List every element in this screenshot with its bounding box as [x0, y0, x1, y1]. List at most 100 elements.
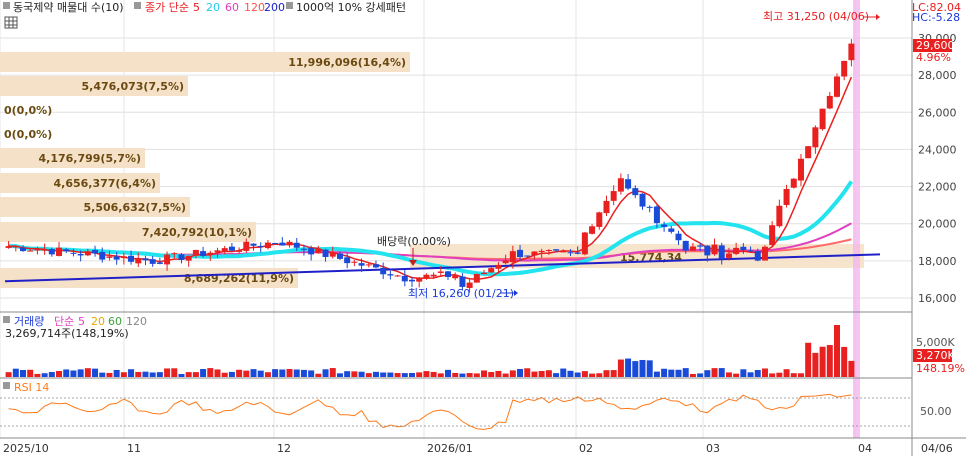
candle-body [639, 193, 646, 207]
ma-120-label[interactable]: 120 [244, 1, 265, 14]
candle-body [509, 251, 516, 263]
candle-body [106, 256, 113, 258]
volume-bar [286, 368, 293, 377]
ma-60-label[interactable]: 60 [225, 1, 239, 14]
price-change-pct: 4.96% [916, 51, 951, 64]
volume-bar [733, 373, 740, 377]
volume-bar [819, 346, 826, 377]
volume-bar [509, 370, 516, 377]
candle-body [603, 200, 610, 214]
date-tick-label: 03 [706, 442, 720, 455]
price-tick-label: 18,000 [918, 255, 957, 268]
volume-bar [192, 372, 199, 377]
candle-body [668, 228, 675, 232]
candle-body [740, 246, 747, 250]
volume-profile-label: 4,656,377(6,4%) [54, 177, 157, 190]
candle-body [545, 250, 552, 252]
volume-bar [84, 368, 91, 377]
volume-bar [401, 373, 408, 377]
dividend-annotation: 배당락(0.00%) [377, 235, 451, 248]
volume-bar [329, 368, 336, 377]
stock-chart[interactable]: 11,996,096(16,4%) 5,476,073(7,5%) 0(0,0%) 0… [0, 0, 966, 456]
table-toggle-icon[interactable] [4, 16, 18, 29]
volume-bar [639, 359, 646, 377]
volume-bar [394, 373, 401, 377]
volume-bar [502, 373, 509, 377]
volume-bar [408, 372, 415, 377]
candle-body [445, 271, 452, 277]
volume-bar [581, 371, 588, 377]
candle-body [41, 249, 48, 251]
ma-200-label[interactable]: 200 [264, 1, 285, 14]
legend-marker-icon [134, 2, 141, 9]
candle-body [308, 248, 315, 255]
candle-body [560, 251, 567, 253]
price-tick-label: 22,000 [918, 181, 957, 194]
volume-bar [481, 370, 488, 377]
candle-body [135, 258, 142, 264]
volume-bar [473, 373, 480, 377]
volume-bar [351, 371, 358, 377]
legend-marker-icon [286, 2, 293, 9]
candle-body [365, 264, 372, 266]
legend-marker-icon [3, 382, 10, 389]
rsi-legend-label[interactable]: RSI 14 [14, 381, 49, 394]
candle-body [783, 188, 790, 205]
candle-body [192, 249, 199, 256]
candle-body [200, 251, 207, 256]
volume-profile-label: 4,176,799(5,7%) [39, 152, 142, 165]
volume-bar [445, 369, 452, 377]
stock-name[interactable]: 동국제약 매물대 수(10) [13, 0, 124, 14]
volume-bar [92, 368, 99, 377]
volume-bar [805, 342, 812, 377]
ma-5-label[interactable]: 5 [193, 1, 200, 14]
hc-value: HC:-5.28 [912, 11, 960, 24]
candle-body [495, 264, 502, 269]
volume-bar [423, 371, 430, 377]
volume-bar [344, 371, 351, 377]
candle-body [279, 242, 286, 246]
volume-bar [826, 345, 833, 377]
volume-bar [308, 370, 315, 377]
volume-ma-120-label[interactable]: 120 [126, 315, 147, 328]
candle-body [747, 250, 754, 252]
candle-body [848, 43, 855, 61]
candle-body [502, 260, 509, 264]
date-tick-label: 04 [858, 442, 872, 455]
volume-bar [754, 370, 761, 377]
volume-bar [560, 368, 567, 377]
volume-bar [437, 373, 444, 377]
volume-bar [495, 370, 502, 377]
candle-body [531, 251, 538, 256]
volume-bar [524, 368, 531, 377]
volume-bar [783, 369, 790, 377]
volume-profile-label: 0(0,0%) [4, 104, 52, 117]
candle-body [56, 247, 63, 256]
candle-body [452, 275, 459, 279]
volume-bar [128, 369, 135, 377]
volume-bar [661, 368, 668, 377]
volume-profile-label: 11,996,096(16,4%) [288, 56, 406, 69]
candle-body [228, 246, 235, 251]
high-annotation: 최고 31,250 (04/06) [763, 10, 869, 23]
candle-body [661, 224, 668, 227]
candle-body [473, 274, 480, 283]
candle-body [99, 251, 106, 260]
candle-body [430, 274, 437, 277]
candle-body [646, 206, 653, 208]
ma-20-label[interactable]: 20 [206, 1, 220, 14]
candle-body [761, 246, 768, 261]
candle-body [344, 257, 351, 264]
candle-body [63, 249, 70, 252]
volume-bar [41, 373, 48, 377]
candle-body [27, 250, 34, 252]
volume-bar [589, 373, 596, 377]
volume-summary: 3,269,714주(148,19%) [5, 327, 129, 340]
date-tick-label: 11 [127, 442, 141, 455]
pattern-label[interactable]: 1000억 10% 강세패턴 [296, 1, 406, 14]
candle-body [12, 246, 19, 248]
volume-bar [135, 371, 142, 377]
volume-bar [725, 372, 732, 377]
legend-marker-icon [3, 2, 10, 9]
volume-bar [243, 370, 250, 377]
